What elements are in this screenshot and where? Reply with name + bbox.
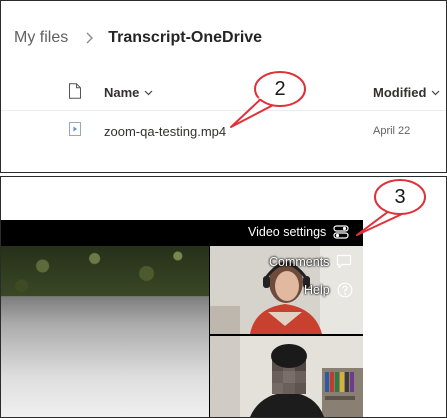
callout-step-2: 2 [274, 78, 286, 100]
callout-2-graphic [230, 71, 306, 128]
video-player-panel: Video settings Comments Help 3 [0, 176, 447, 418]
callout-step-3: 3 [394, 186, 406, 208]
callout-3-graphic [356, 179, 426, 236]
onedrive-panel: My files Transcript-OneDrive Name Modifi… [0, 0, 447, 173]
